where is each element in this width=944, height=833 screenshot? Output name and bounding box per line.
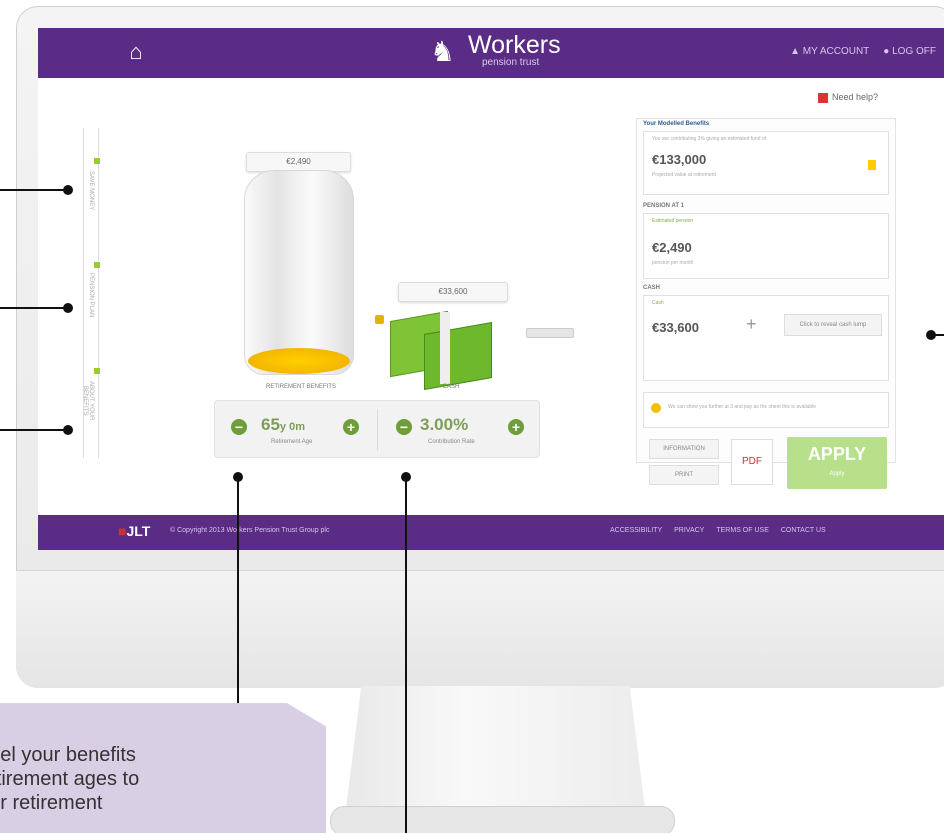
callout-line-1 — [0, 189, 68, 191]
top-navigation: ⌂ ♞ Workers pension trust ▲ MY ACCOUNT ●… — [38, 28, 944, 78]
privacy-link[interactable]: PRIVACY — [674, 527, 704, 534]
copyright-text: © Copyright 2013 Workers Pension Trust G… — [170, 527, 330, 534]
logo-subtitle: pension trust — [482, 57, 540, 68]
cash-stack-right — [424, 322, 492, 390]
benefit-jar — [244, 170, 354, 375]
lock-icon — [375, 315, 384, 324]
bulb-icon — [868, 160, 876, 170]
footer: ■JLT © Copyright 2013 Workers Pension Tr… — [38, 515, 944, 550]
panel-title: Your Modelled Benefits — [643, 121, 710, 127]
projection-note: Projected value at retirement — [652, 172, 716, 178]
info-bulb-icon — [651, 403, 661, 413]
help-icon — [818, 92, 828, 103]
info-text: We can show you further at 3 and pay as … — [668, 404, 817, 410]
workers-pension-trust-logo: ♞ Workers pension trust — [430, 30, 600, 76]
apply-label: APPLY — [807, 444, 867, 464]
cash-sub-label: Cash — [652, 300, 664, 306]
callout-dot-2 — [63, 303, 73, 313]
cash-stack-illustration — [390, 306, 500, 390]
monitor-chin — [16, 570, 944, 688]
callout-dot-3 — [63, 425, 73, 435]
pension-card: Estimated pension €2,490 pension per mon… — [643, 213, 889, 279]
contribution-rate-control: − 3.00% + Contribution Rate — [378, 411, 540, 451]
increase-rate-button[interactable]: + — [508, 419, 524, 435]
contribution-rate-value: 3.00% — [420, 415, 469, 434]
callout-vline-1 — [237, 476, 239, 704]
contribution-rate-label: Contribution Rate — [428, 439, 475, 445]
pension-sub-label: Estimated pension — [652, 218, 694, 224]
projected-fund-card: You are contributing 3% giving an estima… — [643, 131, 889, 195]
pension-note: pension per month — [652, 260, 694, 266]
terms-link[interactable]: TERMS OF USE — [716, 527, 769, 534]
need-help-link[interactable]: Need help? — [818, 92, 878, 103]
pension-value: €2,490 — [652, 240, 692, 255]
pdf-button[interactable]: PDF — [731, 439, 773, 485]
info-box: We can show you further at 3 and pay as … — [643, 392, 889, 428]
decrease-rate-button[interactable]: − — [396, 419, 412, 435]
apply-button[interactable]: APPLY Apply — [787, 437, 887, 489]
projection-text: You are contributing 3% giving an estima… — [652, 136, 767, 142]
projection-value: €133,000 — [652, 152, 707, 167]
help-label: Need help? — [832, 92, 879, 102]
log-off-link[interactable]: ● LOG OFF — [883, 46, 936, 57]
screen: ⌂ ♞ Workers pension trust ▲ MY ACCOUNT ●… — [38, 28, 944, 550]
retirement-age-label: Retirement Age — [271, 439, 313, 445]
explanation-callout: odel your benefits retirement ages to ou… — [0, 703, 326, 833]
cash-card: Cash €33,600 + Click to reveal cash lump — [643, 295, 889, 381]
retirement-benefit-value: €2,490 — [246, 152, 351, 172]
accessibility-link[interactable]: ACCESSIBILITY — [610, 527, 662, 534]
information-button[interactable]: INFORMATION — [649, 439, 719, 459]
jlt-logo: ■JLT — [118, 523, 151, 539]
cash-value: €33,600 — [652, 320, 699, 335]
reveal-cash-button[interactable]: Click to reveal cash lump — [784, 314, 882, 336]
cash-slider[interactable] — [526, 328, 574, 338]
decrease-age-button[interactable]: − — [231, 419, 247, 435]
cash-band — [440, 312, 450, 384]
logo-title: Workers — [468, 31, 561, 59]
retirement-age-control: − 65y 0m + Retirement Age — [215, 411, 377, 451]
footer-links: ACCESSIBILITY PRIVACY TERMS OF USE CONTA… — [610, 527, 826, 534]
callout-text: odel your benefits retirement ages to ou… — [0, 744, 140, 814]
benefit-jar-fill — [248, 348, 350, 374]
sidebar-tab-pension-plan[interactable]: PENSION PLAN — [84, 260, 100, 330]
callout-vline-2 — [405, 476, 407, 833]
my-account-link[interactable]: ▲ MY ACCOUNT — [790, 46, 869, 57]
side-tabs: SAVE MONEY PENSION PLAN ABOUT YOUR BENEF… — [82, 128, 100, 458]
modelled-benefits-panel: Your Modelled Benefits You are contribut… — [636, 118, 896, 489]
pension-section-label: PENSION AT 1 — [643, 203, 685, 209]
home-icon[interactable]: ⌂ — [124, 40, 148, 64]
cash-label: CASH — [442, 384, 460, 390]
callout-line-3 — [0, 429, 68, 431]
account-nav: ▲ MY ACCOUNT ● LOG OFF — [790, 46, 936, 57]
worker-figure-icon: ♞ — [430, 36, 456, 67]
jar-label: RETIREMENT BENEFITS — [266, 384, 336, 390]
cash-section-label: CASH — [643, 285, 661, 291]
print-button[interactable]: PRINT — [649, 465, 719, 485]
callout-dot-1 — [63, 185, 73, 195]
cash-value-box: €33,600 — [398, 282, 508, 302]
sidebar-tab-save-money[interactable]: SAVE MONEY — [84, 156, 100, 226]
increase-age-button[interactable]: + — [343, 419, 359, 435]
monitor-base — [330, 806, 675, 833]
retirement-age-value: 65y 0m — [261, 415, 305, 434]
contact-link[interactable]: CONTACT US — [781, 527, 826, 534]
apply-sub-label: Apply — [829, 471, 845, 477]
callout-line-2 — [0, 307, 68, 309]
plus-icon: + — [746, 314, 757, 334]
sidebar-tab-about[interactable]: ABOUT YOUR BENEFITS — [82, 366, 100, 436]
callout-dot-4 — [926, 330, 936, 340]
benefit-controls: − 65y 0m + Retirement Age − 3.00% + Cont… — [214, 400, 540, 458]
